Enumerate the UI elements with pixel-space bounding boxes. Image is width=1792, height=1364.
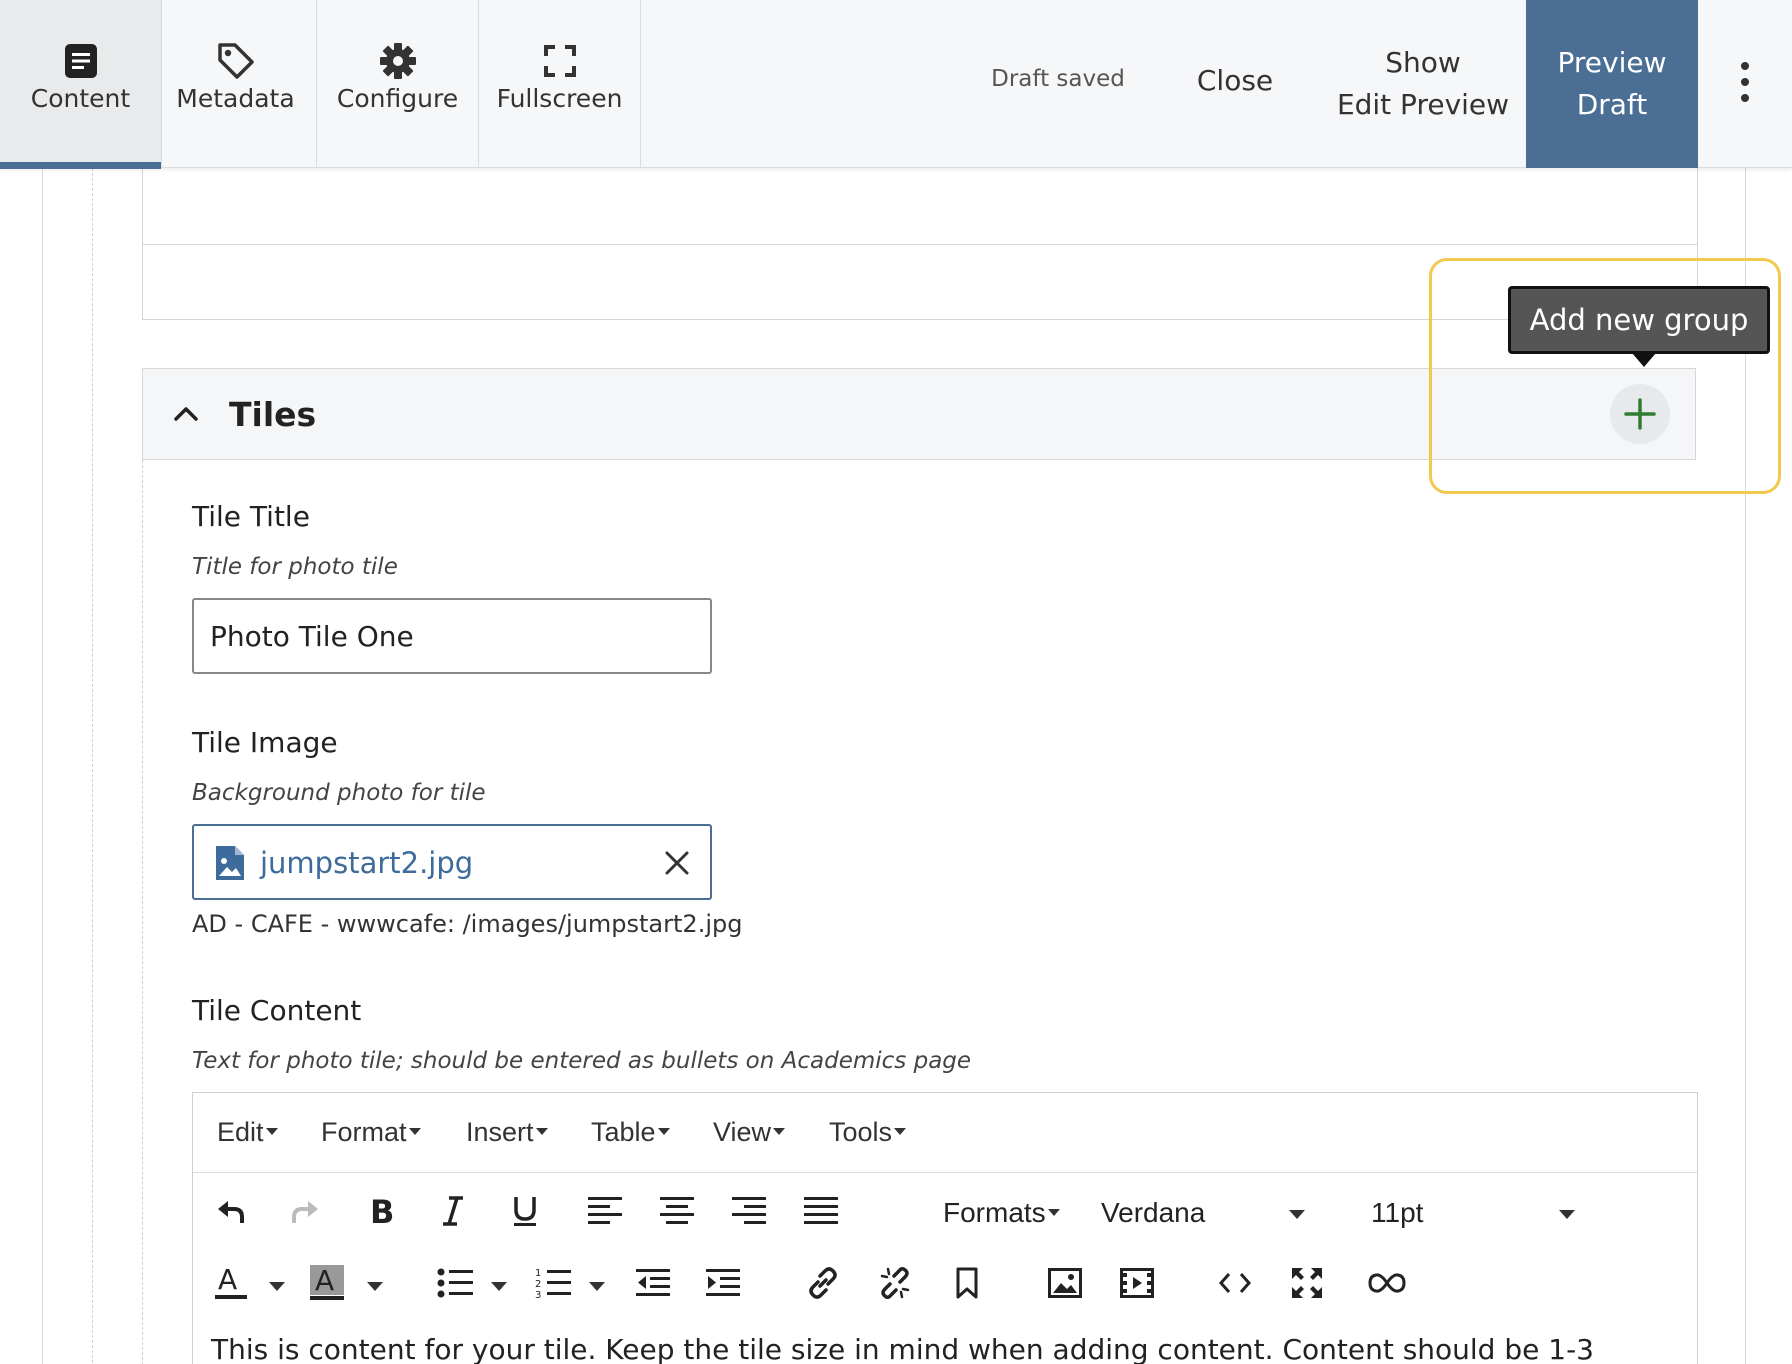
tag-icon	[155, 40, 316, 82]
outdent-icon[interactable]	[633, 1263, 673, 1303]
italic-icon[interactable]	[433, 1191, 473, 1231]
svg-text:3: 3	[535, 1290, 541, 1299]
menu-view[interactable]: View	[713, 1117, 786, 1148]
unlink-icon[interactable]	[875, 1263, 915, 1303]
group-guide-line	[142, 460, 143, 1364]
infinity-icon[interactable]	[1367, 1263, 1407, 1303]
text-color-icon[interactable]: A	[211, 1263, 251, 1303]
file-path: AD - CAFE - wwwcafe: /images/jumpstart2.…	[192, 910, 743, 938]
tab-label: Metadata	[176, 84, 295, 113]
align-left-icon[interactable]	[585, 1191, 625, 1231]
menu-edit[interactable]: Edit	[217, 1117, 278, 1148]
preview-draft-button[interactable]: Preview Draft	[1526, 0, 1698, 168]
background-color-icon[interactable]: A	[307, 1263, 347, 1303]
indent-icon[interactable]	[703, 1263, 743, 1303]
rich-text-editor: Edit Format Insert Table View Tools B Fo…	[192, 1092, 1698, 1364]
tab-metadata[interactable]: Metadata	[155, 0, 317, 168]
underline-icon[interactable]	[505, 1191, 545, 1231]
divider	[143, 244, 1697, 245]
preview-label-line2: Draft	[1576, 88, 1648, 121]
menu-tools[interactable]: Tools	[829, 1117, 907, 1148]
tile-image-help: Background photo for tile	[192, 780, 486, 806]
svg-text:B: B	[370, 1195, 394, 1227]
tile-title-input[interactable]	[192, 598, 712, 674]
editor-menubar: Edit Format Insert Table View Tools	[193, 1093, 1697, 1173]
menu-insert[interactable]: Insert	[466, 1117, 548, 1148]
svg-text:A: A	[315, 1265, 334, 1297]
top-toolbar: Content Metadata Configure Fullscreen Dr…	[0, 0, 1792, 169]
file-name-link[interactable]: jumpstart2.jpg	[260, 846, 473, 880]
add-group-tooltip: Add new group	[1508, 286, 1770, 367]
redo-icon[interactable]	[285, 1191, 325, 1231]
tile-content-help: Text for photo tile; should be entered a…	[192, 1048, 972, 1074]
chevron-up-icon[interactable]	[171, 399, 201, 429]
more-options-icon[interactable]	[1730, 62, 1760, 102]
chevron-down-icon[interactable]	[1559, 1210, 1575, 1219]
undo-icon[interactable]	[211, 1191, 251, 1231]
tab-content[interactable]: Content	[0, 0, 162, 169]
align-center-icon[interactable]	[657, 1191, 697, 1231]
svg-text:1: 1	[535, 1268, 541, 1279]
tab-label: Content	[30, 84, 131, 113]
show-edit-preview-button[interactable]: Show Edit Preview	[1325, 42, 1521, 126]
bold-icon[interactable]: B	[361, 1191, 401, 1231]
chevron-down-icon[interactable]	[1289, 1210, 1305, 1219]
align-justify-icon[interactable]	[801, 1191, 841, 1231]
chevron-down-icon[interactable]	[589, 1282, 605, 1291]
tab-configure[interactable]: Configure	[317, 0, 479, 168]
tile-image-picker[interactable]: jumpstart2.jpg	[192, 824, 712, 900]
bookmark-icon[interactable]	[947, 1263, 987, 1303]
chevron-down-icon[interactable]	[269, 1282, 285, 1291]
link-icon[interactable]	[803, 1263, 843, 1303]
content-icon	[0, 40, 161, 82]
show-label-line1: Show	[1385, 46, 1461, 79]
tile-content-label: Tile Content	[192, 994, 362, 1027]
remove-file-icon[interactable]	[664, 850, 690, 876]
numbered-list-icon[interactable]: 123	[533, 1263, 573, 1303]
font-family-select[interactable]: Verdana	[1101, 1197, 1205, 1229]
gear-icon	[317, 40, 478, 82]
font-size-select[interactable]: 11pt	[1371, 1197, 1423, 1229]
menu-format[interactable]: Format	[321, 1117, 421, 1148]
bullet-list-icon[interactable]	[435, 1263, 475, 1303]
section-guide-line	[92, 168, 93, 1364]
svg-text:2: 2	[535, 1279, 541, 1290]
editor-body-text[interactable]: This is content for your tile. Keep the …	[211, 1333, 1594, 1364]
tile-image-label: Tile Image	[192, 726, 338, 759]
tile-title-label: Tile Title	[192, 500, 310, 533]
chevron-down-icon[interactable]	[367, 1282, 383, 1291]
tab-label: Configure	[336, 84, 459, 113]
chevron-down-icon[interactable]	[491, 1282, 507, 1291]
insert-image-icon[interactable]	[1045, 1263, 1085, 1303]
group-title: Tiles	[229, 395, 317, 434]
tile-title-help: Title for photo tile	[192, 554, 398, 580]
fullscreen-icon	[479, 40, 640, 82]
fullscreen-editor-icon[interactable]	[1287, 1263, 1327, 1303]
svg-text:A: A	[218, 1265, 237, 1296]
tab-fullscreen[interactable]: Fullscreen	[479, 0, 641, 168]
formats-dropdown[interactable]: Formats	[943, 1197, 1060, 1229]
preview-label-line1: Preview	[1557, 46, 1667, 79]
align-right-icon[interactable]	[729, 1191, 769, 1231]
show-label-line2: Edit Preview	[1336, 88, 1510, 121]
tab-label: Fullscreen	[496, 84, 623, 113]
code-icon[interactable]	[1215, 1263, 1255, 1303]
close-button[interactable]: Close	[1170, 64, 1300, 97]
menu-table[interactable]: Table	[591, 1117, 670, 1148]
insert-video-icon[interactable]	[1117, 1263, 1157, 1303]
image-file-icon	[214, 844, 246, 886]
draft-status: Draft saved	[991, 66, 1125, 92]
